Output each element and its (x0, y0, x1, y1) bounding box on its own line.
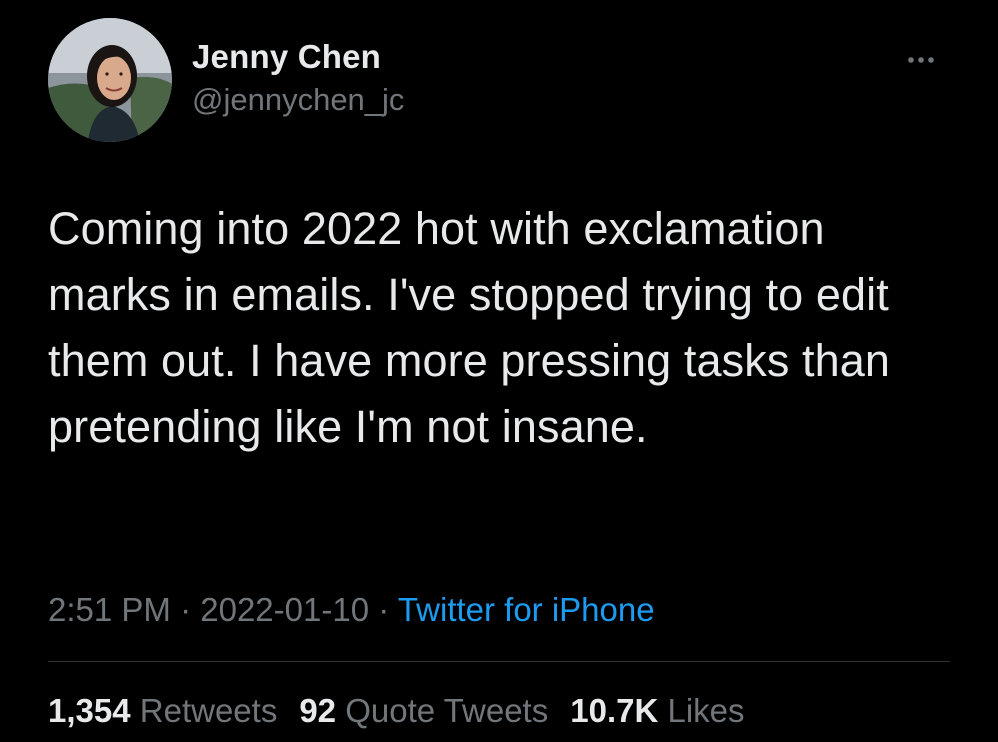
meta-separator: · (180, 591, 192, 628)
avatar[interactable] (48, 18, 172, 142)
profile-photo-icon (48, 18, 172, 142)
tweet-card: Jenny Chen @jennychen_jc Coming into 202… (0, 0, 998, 742)
tweet-stats: 1,354 Retweets 92 Quote Tweets 10.7K Likes (48, 692, 767, 730)
tweet-text: Coming into 2022 hot with exclamation ma… (48, 203, 891, 452)
retweets-label: Retweets (139, 692, 278, 729)
tweet-meta: 2:51 PM · 2022-01-10 · Twitter for iPhon… (48, 591, 655, 629)
meta-separator: · (378, 591, 390, 628)
more-options-button[interactable] (894, 48, 950, 72)
quote-tweets-label: Quote Tweets (345, 692, 549, 729)
tweet-date[interactable]: 2022-01-10 (200, 591, 369, 628)
tweet-source-link[interactable]: Twitter for iPhone (398, 591, 655, 628)
likes-label: Likes (667, 692, 745, 729)
quote-tweets-count: 92 (299, 692, 337, 729)
likes-stat[interactable]: 10.7K Likes (570, 692, 744, 730)
tweet-time[interactable]: 2:51 PM (48, 591, 171, 628)
user-handle[interactable]: @jennychen_jc (192, 82, 404, 118)
display-name[interactable]: Jenny Chen (192, 38, 381, 76)
likes-count: 10.7K (570, 692, 659, 729)
ellipsis-icon (908, 57, 934, 63)
retweets-count: 1,354 (48, 692, 131, 729)
retweets-stat[interactable]: 1,354 Retweets (48, 692, 277, 730)
quote-tweets-stat[interactable]: 92 Quote Tweets (299, 692, 548, 730)
divider (48, 661, 950, 662)
